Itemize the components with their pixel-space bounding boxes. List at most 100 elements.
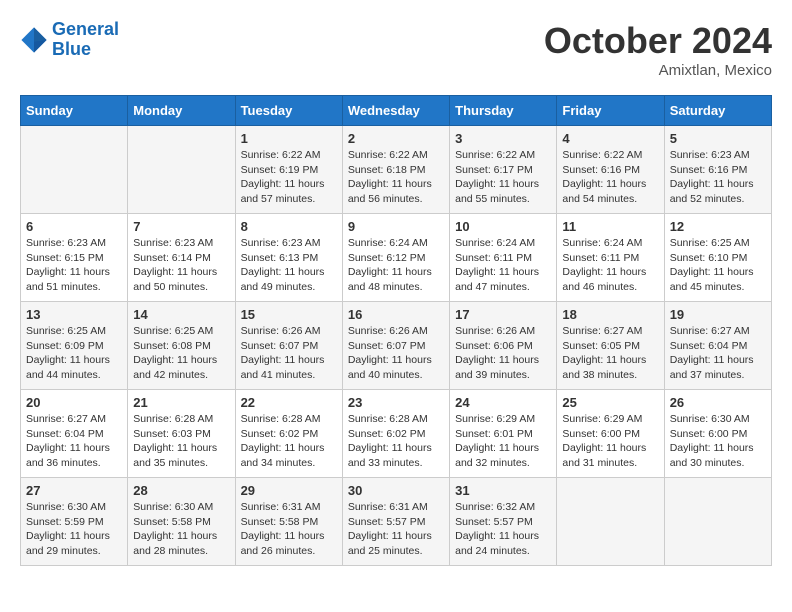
day-number: 3 bbox=[455, 131, 551, 146]
calendar-cell: 7 Sunrise: 6:23 AMSunset: 6:14 PMDaylight… bbox=[128, 214, 235, 302]
day-info: Sunrise: 6:23 AMSunset: 6:14 PMDaylight:… bbox=[133, 236, 229, 295]
day-info: Sunrise: 6:31 AMSunset: 5:57 PMDaylight:… bbox=[348, 500, 444, 559]
calendar-cell: 28 Sunrise: 6:30 AMSunset: 5:58 PMDayligh… bbox=[128, 478, 235, 566]
weekday-header: Thursday bbox=[450, 96, 557, 126]
day-info: Sunrise: 6:30 AMSunset: 6:00 PMDaylight:… bbox=[670, 412, 766, 471]
day-number: 18 bbox=[562, 307, 658, 322]
calendar-cell: 23 Sunrise: 6:28 AMSunset: 6:02 PMDayligh… bbox=[342, 390, 449, 478]
calendar-cell: 21 Sunrise: 6:28 AMSunset: 6:03 PMDayligh… bbox=[128, 390, 235, 478]
day-info: Sunrise: 6:23 AMSunset: 6:15 PMDaylight:… bbox=[26, 236, 122, 295]
day-number: 29 bbox=[241, 483, 337, 498]
day-number: 14 bbox=[133, 307, 229, 322]
day-number: 13 bbox=[26, 307, 122, 322]
day-info: Sunrise: 6:28 AMSunset: 6:02 PMDaylight:… bbox=[348, 412, 444, 471]
day-number: 23 bbox=[348, 395, 444, 410]
calendar-cell bbox=[664, 478, 771, 566]
calendar-cell: 18Sunrise: 6:27 AMSunset: 6:05 PMDayligh… bbox=[557, 302, 664, 390]
day-number: 31 bbox=[455, 483, 551, 498]
day-number: 1 bbox=[241, 131, 337, 146]
day-number: 17 bbox=[455, 307, 551, 322]
calendar-cell: 19 Sunrise: 6:27 AMSunset: 6:04 PMDayligh… bbox=[664, 302, 771, 390]
calendar-cell: 30 Sunrise: 6:31 AMSunset: 5:57 PMDayligh… bbox=[342, 478, 449, 566]
calendar-cell: 26 Sunrise: 6:30 AMSunset: 6:00 PMDayligh… bbox=[664, 390, 771, 478]
calendar-cell: 13 Sunrise: 6:25 AMSunset: 6:09 PMDayligh… bbox=[21, 302, 128, 390]
day-info: Sunrise: 6:22 AMSunset: 6:16 PMDaylight:… bbox=[562, 148, 658, 207]
day-number: 25 bbox=[562, 395, 658, 410]
day-number: 11 bbox=[562, 219, 658, 234]
day-number: 30 bbox=[348, 483, 444, 498]
calendar-cell: 29 Sunrise: 6:31 AMSunset: 5:58 PMDayligh… bbox=[235, 478, 342, 566]
day-number: 8 bbox=[241, 219, 337, 234]
day-info: Sunrise: 6:26 AMSunset: 6:07 PMDaylight:… bbox=[241, 324, 337, 383]
calendar-header-row: SundayMondayTuesdayWednesdayThursdayFrid… bbox=[21, 96, 772, 126]
calendar-week-row: 1 Sunrise: 6:22 AMSunset: 6:19 PMDaylight… bbox=[21, 126, 772, 214]
calendar-cell: 9Sunrise: 6:24 AMSunset: 6:12 PMDaylight… bbox=[342, 214, 449, 302]
day-info: Sunrise: 6:26 AMSunset: 6:06 PMDaylight:… bbox=[455, 324, 551, 383]
logo: General Blue bbox=[20, 20, 119, 60]
weekday-header: Friday bbox=[557, 96, 664, 126]
weekday-header: Saturday bbox=[664, 96, 771, 126]
calendar-cell: 4Sunrise: 6:22 AMSunset: 6:16 PMDaylight… bbox=[557, 126, 664, 214]
day-info: Sunrise: 6:25 AMSunset: 6:09 PMDaylight:… bbox=[26, 324, 122, 383]
day-info: Sunrise: 6:24 AMSunset: 6:11 PMDaylight:… bbox=[455, 236, 551, 295]
calendar-cell: 31 Sunrise: 6:32 AMSunset: 5:57 PMDayligh… bbox=[450, 478, 557, 566]
calendar-week-row: 13 Sunrise: 6:25 AMSunset: 6:09 PMDayligh… bbox=[21, 302, 772, 390]
month-info: October 2024 Amixtlan, Mexico bbox=[544, 20, 772, 79]
day-info: Sunrise: 6:29 AMSunset: 6:00 PMDaylight:… bbox=[562, 412, 658, 471]
day-number: 5 bbox=[670, 131, 766, 146]
month-title: October 2024 bbox=[544, 20, 772, 62]
calendar-table: SundayMondayTuesdayWednesdayThursdayFrid… bbox=[20, 95, 772, 566]
day-number: 16 bbox=[348, 307, 444, 322]
day-info: Sunrise: 6:31 AMSunset: 5:58 PMDaylight:… bbox=[241, 500, 337, 559]
calendar-cell: 20 Sunrise: 6:27 AMSunset: 6:04 PMDayligh… bbox=[21, 390, 128, 478]
calendar-cell: 12 Sunrise: 6:25 AMSunset: 6:10 PMDayligh… bbox=[664, 214, 771, 302]
day-info: Sunrise: 6:27 AMSunset: 6:04 PMDaylight:… bbox=[26, 412, 122, 471]
calendar-cell: 6Sunrise: 6:23 AMSunset: 6:15 PMDaylight… bbox=[21, 214, 128, 302]
weekday-header: Wednesday bbox=[342, 96, 449, 126]
calendar-cell: 16Sunrise: 6:26 AMSunset: 6:07 PMDayligh… bbox=[342, 302, 449, 390]
day-info: Sunrise: 6:27 AMSunset: 6:04 PMDaylight:… bbox=[670, 324, 766, 383]
day-number: 12 bbox=[670, 219, 766, 234]
calendar-cell bbox=[128, 126, 235, 214]
day-number: 26 bbox=[670, 395, 766, 410]
weekday-header: Sunday bbox=[21, 96, 128, 126]
day-info: Sunrise: 6:23 AMSunset: 6:16 PMDaylight:… bbox=[670, 148, 766, 207]
day-info: Sunrise: 6:22 AMSunset: 6:18 PMDaylight:… bbox=[348, 148, 444, 207]
logo-text-line2: Blue bbox=[52, 40, 119, 60]
calendar-week-row: 20 Sunrise: 6:27 AMSunset: 6:04 PMDayligh… bbox=[21, 390, 772, 478]
day-number: 20 bbox=[26, 395, 122, 410]
day-number: 2 bbox=[348, 131, 444, 146]
day-number: 10 bbox=[455, 219, 551, 234]
day-info: Sunrise: 6:30 AMSunset: 5:58 PMDaylight:… bbox=[133, 500, 229, 559]
day-number: 21 bbox=[133, 395, 229, 410]
calendar-cell: 11 Sunrise: 6:24 AMSunset: 6:11 PMDayligh… bbox=[557, 214, 664, 302]
day-number: 7 bbox=[133, 219, 229, 234]
day-info: Sunrise: 6:32 AMSunset: 5:57 PMDaylight:… bbox=[455, 500, 551, 559]
day-info: Sunrise: 6:28 AMSunset: 6:02 PMDaylight:… bbox=[241, 412, 337, 471]
calendar-cell: 22 Sunrise: 6:28 AMSunset: 6:02 PMDayligh… bbox=[235, 390, 342, 478]
day-info: Sunrise: 6:22 AMSunset: 6:17 PMDaylight:… bbox=[455, 148, 551, 207]
day-info: Sunrise: 6:28 AMSunset: 6:03 PMDaylight:… bbox=[133, 412, 229, 471]
calendar-cell: 27Sunrise: 6:30 AMSunset: 5:59 PMDayligh… bbox=[21, 478, 128, 566]
day-info: Sunrise: 6:22 AMSunset: 6:19 PMDaylight:… bbox=[241, 148, 337, 207]
calendar-cell: 3 Sunrise: 6:22 AMSunset: 6:17 PMDaylight… bbox=[450, 126, 557, 214]
day-info: Sunrise: 6:29 AMSunset: 6:01 PMDaylight:… bbox=[455, 412, 551, 471]
calendar-week-row: 6Sunrise: 6:23 AMSunset: 6:15 PMDaylight… bbox=[21, 214, 772, 302]
day-info: Sunrise: 6:24 AMSunset: 6:11 PMDaylight:… bbox=[562, 236, 658, 295]
calendar-cell: 8Sunrise: 6:23 AMSunset: 6:13 PMDaylight… bbox=[235, 214, 342, 302]
day-number: 22 bbox=[241, 395, 337, 410]
calendar-cell: 2 Sunrise: 6:22 AMSunset: 6:18 PMDaylight… bbox=[342, 126, 449, 214]
calendar-cell bbox=[21, 126, 128, 214]
day-info: Sunrise: 6:25 AMSunset: 6:08 PMDaylight:… bbox=[133, 324, 229, 383]
location: Amixtlan, Mexico bbox=[544, 62, 772, 79]
logo-text-line1: General bbox=[52, 20, 119, 40]
day-number: 15 bbox=[241, 307, 337, 322]
calendar-cell: 24Sunrise: 6:29 AMSunset: 6:01 PMDayligh… bbox=[450, 390, 557, 478]
calendar-week-row: 27Sunrise: 6:30 AMSunset: 5:59 PMDayligh… bbox=[21, 478, 772, 566]
weekday-header: Tuesday bbox=[235, 96, 342, 126]
calendar-cell: 15 Sunrise: 6:26 AMSunset: 6:07 PMDayligh… bbox=[235, 302, 342, 390]
day-info: Sunrise: 6:25 AMSunset: 6:10 PMDaylight:… bbox=[670, 236, 766, 295]
day-number: 19 bbox=[670, 307, 766, 322]
day-number: 28 bbox=[133, 483, 229, 498]
day-number: 27 bbox=[26, 483, 122, 498]
